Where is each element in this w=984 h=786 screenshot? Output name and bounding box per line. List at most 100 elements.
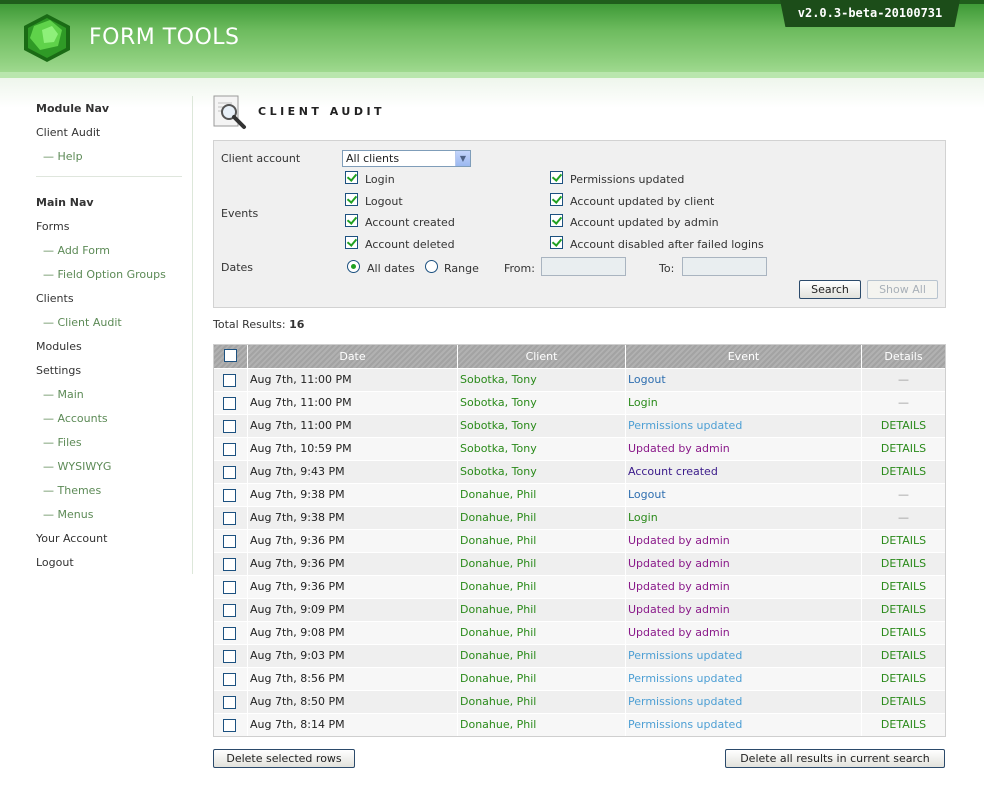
row-checkbox[interactable] [223, 650, 236, 663]
row-details-link[interactable]: DETAILS [862, 645, 945, 667]
row-client-link[interactable]: Sobotka, Tony [458, 392, 626, 414]
row-checkbox[interactable] [223, 673, 236, 686]
row-details-link[interactable]: DETAILS [862, 714, 945, 736]
show-all-button[interactable]: Show All [867, 280, 938, 299]
sidebar-item-menus[interactable]: — Menus [36, 506, 186, 530]
range-radio[interactable] [425, 260, 438, 273]
row-client-link[interactable]: Donahue, Phil [458, 691, 626, 713]
row-checkbox[interactable] [223, 627, 236, 640]
delete-all-results-button[interactable]: Delete all results in current search [725, 749, 945, 768]
sidebar-item-wysiwyg[interactable]: — WYSIWYG [36, 458, 186, 482]
row-client-link[interactable]: Donahue, Phil [458, 576, 626, 598]
row-checkbox[interactable] [223, 696, 236, 709]
row-event-link[interactable]: Login [626, 392, 862, 414]
chevron-down-icon[interactable]: ▼ [455, 151, 470, 166]
row-event-link[interactable]: Permissions updated [626, 714, 862, 736]
row-event-link[interactable]: Updated by admin [626, 553, 862, 575]
row-event-link[interactable]: Updated by admin [626, 438, 862, 460]
row-event-link[interactable]: Updated by admin [626, 530, 862, 552]
row-checkbox[interactable] [223, 512, 236, 525]
row-details-link[interactable]: DETAILS [862, 576, 945, 598]
column-header-event[interactable]: Event [626, 345, 862, 368]
event-checkbox-login[interactable] [345, 171, 358, 184]
sidebar-item-themes[interactable]: — Themes [36, 482, 186, 506]
row-client-link[interactable]: Donahue, Phil [458, 668, 626, 690]
delete-selected-rows-button[interactable]: Delete selected rows [213, 749, 355, 768]
sidebar-item-files[interactable]: — Files [36, 434, 186, 458]
row-details-link[interactable]: DETAILS [862, 461, 945, 483]
row-details-link[interactable]: DETAILS [862, 668, 945, 690]
row-checkbox[interactable] [223, 604, 236, 617]
column-header-client[interactable]: Client [458, 345, 626, 368]
sidebar-item-client-audit[interactable]: — Client Audit [36, 314, 186, 338]
event-checkbox-account-created[interactable] [345, 214, 358, 227]
row-client-link[interactable]: Sobotka, Tony [458, 461, 626, 483]
sidebar-item-client-audit[interactable]: Client Audit [36, 124, 186, 148]
all-dates-radio[interactable] [347, 260, 360, 273]
sidebar-item-modules[interactable]: Modules [36, 338, 186, 362]
row-client-link[interactable]: Donahue, Phil [458, 484, 626, 506]
row-checkbox[interactable] [223, 581, 236, 594]
row-checkbox[interactable] [223, 719, 236, 732]
event-checkbox-account-updated-by-admin[interactable] [550, 214, 563, 227]
sidebar-item-forms[interactable]: Forms [36, 218, 186, 242]
to-date-input[interactable] [682, 257, 767, 276]
row-client-link[interactable]: Sobotka, Tony [458, 415, 626, 437]
form-tools-logo-icon[interactable] [20, 12, 74, 64]
search-button[interactable]: Search [799, 280, 861, 299]
row-event-link[interactable]: Login [626, 507, 862, 529]
row-event-link[interactable]: Updated by admin [626, 622, 862, 644]
row-event-link[interactable]: Updated by admin [626, 599, 862, 621]
sidebar-item-logout[interactable]: Logout [36, 554, 186, 578]
row-checkbox[interactable] [223, 443, 236, 456]
row-checkbox[interactable] [223, 489, 236, 502]
row-event-link[interactable]: Account created [626, 461, 862, 483]
row-client-link[interactable]: Donahue, Phil [458, 622, 626, 644]
row-client-link[interactable]: Sobotka, Tony [458, 369, 626, 391]
row-client-link[interactable]: Donahue, Phil [458, 714, 626, 736]
row-client-link[interactable]: Donahue, Phil [458, 530, 626, 552]
select-all-checkbox[interactable] [224, 349, 237, 362]
row-event-link[interactable]: Logout [626, 484, 862, 506]
row-client-link[interactable]: Donahue, Phil [458, 599, 626, 621]
row-details-link[interactable]: DETAILS [862, 415, 945, 437]
row-event-link[interactable]: Permissions updated [626, 691, 862, 713]
event-checkbox-account-disabled-after-failed-logins[interactable] [550, 235, 563, 249]
column-header-date[interactable]: Date [248, 345, 458, 368]
sidebar-item-main[interactable]: — Main [36, 386, 186, 410]
sidebar-item-add-form[interactable]: — Add Form [36, 242, 186, 266]
row-checkbox[interactable] [223, 374, 236, 387]
row-event-link[interactable]: Permissions updated [626, 645, 862, 667]
row-client-link[interactable]: Donahue, Phil [458, 645, 626, 667]
row-client-link[interactable]: Sobotka, Tony [458, 438, 626, 460]
from-date-input[interactable] [541, 257, 626, 276]
sidebar-item-help[interactable]: — Help [36, 148, 186, 172]
row-details-link[interactable]: DETAILS [862, 438, 945, 460]
event-checkbox-logout[interactable] [345, 192, 358, 206]
row-event-link[interactable]: Updated by admin [626, 576, 862, 598]
row-event-link[interactable]: Permissions updated [626, 415, 862, 437]
sidebar-item-accounts[interactable]: — Accounts [36, 410, 186, 434]
app-logo-text[interactable]: FORM TOOLS [89, 25, 240, 50]
sidebar-item-your-account[interactable]: Your Account [36, 530, 186, 554]
row-details-link[interactable]: DETAILS [862, 691, 945, 713]
row-client-link[interactable]: Donahue, Phil [458, 507, 626, 529]
row-checkbox[interactable] [223, 535, 236, 548]
row-client-link[interactable]: Donahue, Phil [458, 553, 626, 575]
sidebar-item-clients[interactable]: Clients [36, 290, 186, 314]
row-details-link[interactable]: DETAILS [862, 622, 945, 644]
row-checkbox[interactable] [223, 397, 236, 410]
row-event-link[interactable]: Permissions updated [626, 668, 862, 690]
event-checkbox-account-deleted[interactable] [345, 235, 358, 249]
event-checkbox-account-updated-by-client[interactable] [550, 192, 563, 206]
row-checkbox[interactable] [223, 420, 236, 433]
client-account-select[interactable]: All clients ▼ [342, 150, 471, 167]
sidebar-item-field-option-groups[interactable]: — Field Option Groups [36, 266, 186, 290]
sidebar-item-settings[interactable]: Settings [36, 362, 186, 386]
row-checkbox[interactable] [223, 466, 236, 479]
row-checkbox[interactable] [223, 558, 236, 571]
row-event-link[interactable]: Logout [626, 369, 862, 391]
row-details-link[interactable]: DETAILS [862, 530, 945, 552]
event-checkbox-permissions-updated[interactable] [550, 171, 563, 184]
row-details-link[interactable]: DETAILS [862, 599, 945, 621]
